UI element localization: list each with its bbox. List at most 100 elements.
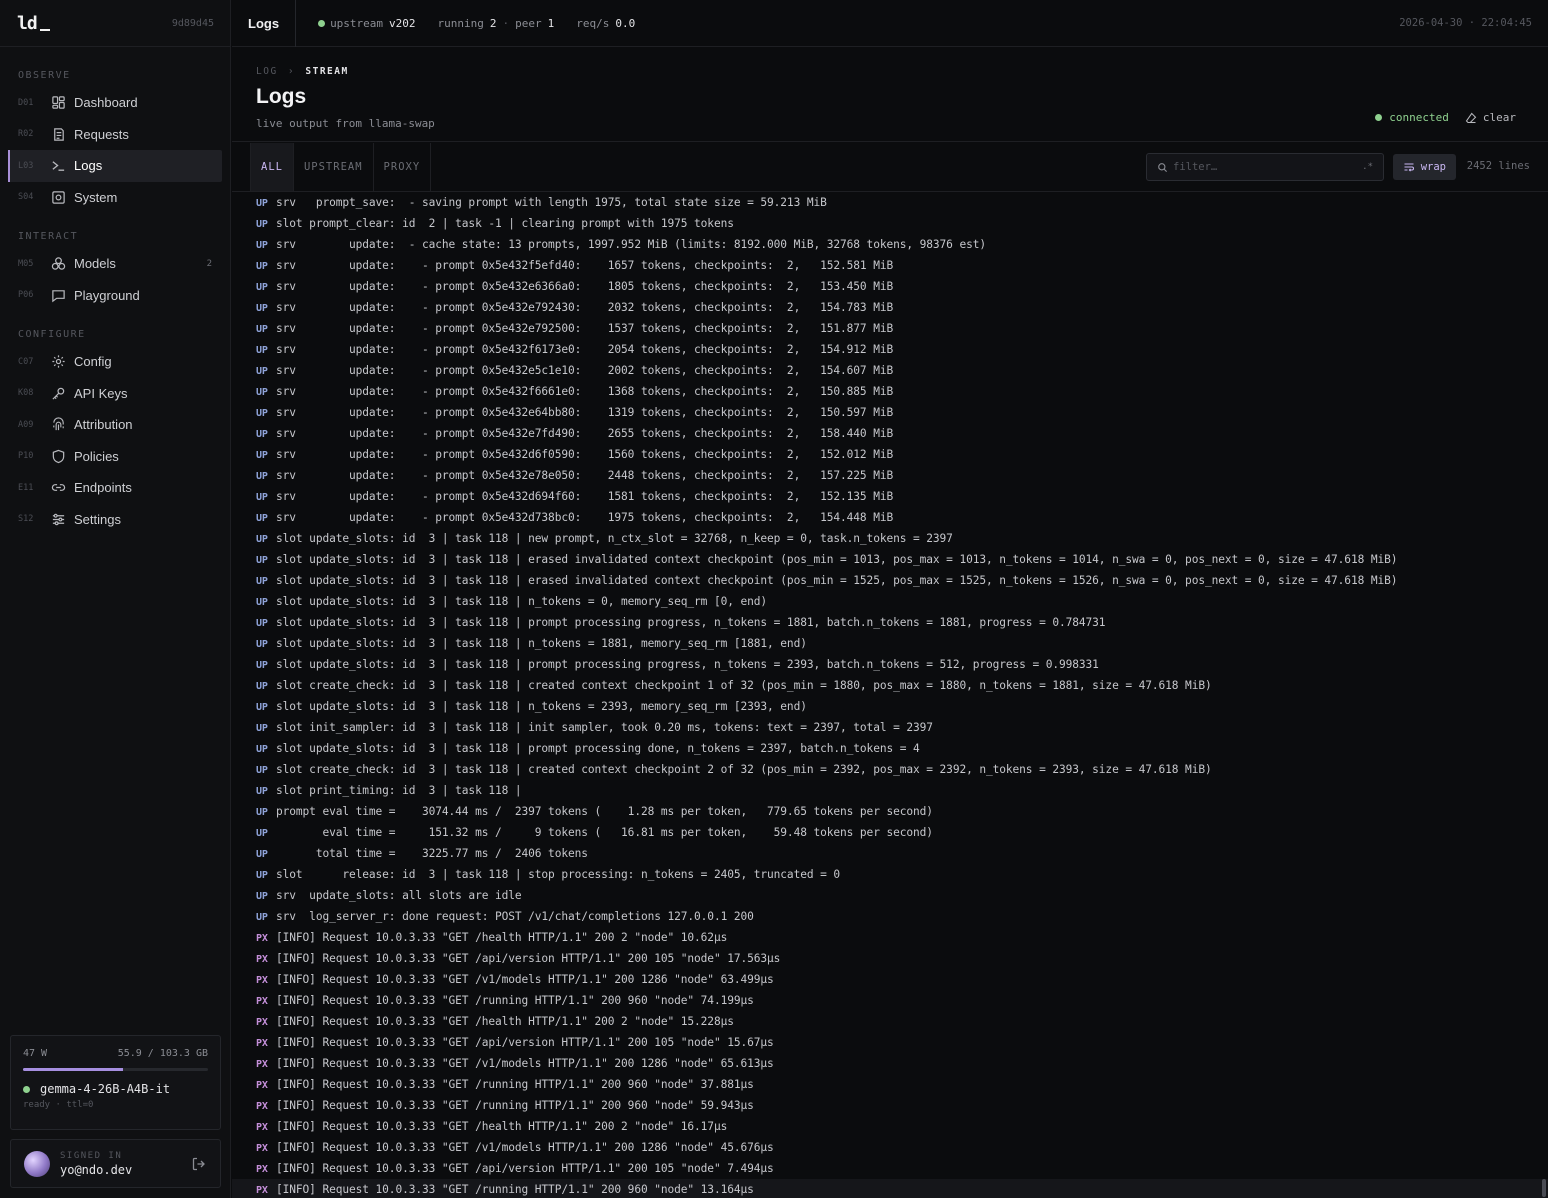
log-message: srv update: - prompt 0x5e432e792500: 153… — [276, 322, 894, 335]
log-line: PX [INFO] Request 10.0.3.33 "GET /v1/mode… — [256, 969, 1548, 990]
log-source-tag: UP — [256, 723, 268, 734]
log-line: UP srv update: - prompt 0x5e432f6661e0: 1… — [256, 381, 1548, 402]
app-logo[interactable]: ld — [17, 13, 50, 34]
log-source-tag: UP — [256, 807, 268, 818]
log-message: srv update: - prompt 0x5e432e5c1e10: 200… — [276, 364, 894, 377]
log-source-tag: UP — [256, 261, 268, 272]
log-message: srv update: - prompt 0x5e432f6173e0: 205… — [276, 343, 894, 356]
log-message: [INFO] Request 10.0.3.33 "GET /api/versi… — [276, 1162, 774, 1175]
model-status-dot — [23, 1085, 30, 1093]
regex-toggle[interactable]: .* — [1362, 162, 1373, 172]
log-source-tag: UP — [256, 660, 268, 671]
sidebar-item-label: Attribution — [74, 417, 133, 433]
tab-upstream[interactable]: UPSTREAM — [294, 143, 374, 191]
log-line: UP slot update_slots: id 3 | task 118 | n… — [256, 591, 1548, 612]
sidebar-item-models[interactable]: M05 Models 2 — [8, 248, 222, 280]
tab-proxy[interactable]: PROXY — [374, 143, 432, 191]
log-line: UP slot create_check: id 3 | task 118 | c… — [256, 759, 1548, 780]
log-source-tag: UP — [256, 366, 268, 377]
sidebar-item-code: A09 — [18, 419, 34, 430]
log-message: slot create_check: id 3 | task 118 | cre… — [276, 679, 1212, 692]
log-message: srv update_slots: all slots are idle — [276, 889, 522, 902]
connection-status: connected — [1375, 111, 1449, 124]
build-hash: 9d89d45 — [171, 17, 214, 29]
sidebar-item-endpoints[interactable]: E11 Endpoints — [8, 472, 222, 504]
log-line: UP srv update: - prompt 0x5e432e792430: 2… — [256, 297, 1548, 318]
log-message: srv update: - prompt 0x5e432e6366a0: 180… — [276, 280, 894, 293]
log-source-tag: PX — [256, 933, 268, 944]
sidebar-item-api-keys[interactable]: K08 API Keys — [8, 378, 222, 410]
sidebar-item-code: C07 — [18, 356, 34, 367]
log-line: UP slot print_timing: id 3 | task 118 | — [256, 780, 1548, 801]
system-icon — [50, 189, 66, 205]
timestamp: 2026-04-30 · 22:04:45 — [1399, 17, 1532, 29]
sidebar-item-requests[interactable]: R02 Requests — [8, 119, 222, 151]
log-message: slot update_slots: id 3 | task 118 | new… — [276, 532, 953, 545]
log-source-tag: UP — [256, 324, 268, 335]
clear-button[interactable]: clear — [1465, 111, 1516, 124]
sidebar-item-label: Policies — [74, 448, 119, 464]
sidebar-item-code: P10 — [18, 451, 34, 462]
log-message: srv update: - prompt 0x5e432d6f0590: 156… — [276, 448, 894, 461]
log-message: slot init_sampler: id 3 | task 118 | ini… — [276, 721, 933, 734]
log-line: PX [INFO] Request 10.0.3.33 "GET /api/ver… — [256, 1032, 1548, 1053]
filter-input[interactable] — [1173, 161, 1363, 173]
sidebar-item-label: System — [74, 189, 118, 205]
log-source-tag: UP — [256, 471, 268, 482]
terminal-icon — [50, 158, 66, 174]
log-source-tag: UP — [256, 639, 268, 650]
log-line: UP slot update_slots: id 3 | task 118 | n… — [256, 696, 1548, 717]
wrap-toggle-button[interactable]: wrap — [1392, 154, 1456, 180]
avatar[interactable] — [24, 1150, 50, 1177]
wrap-icon — [1404, 163, 1414, 172]
log-line: UP srv log_server_r: done request: POST /… — [256, 906, 1548, 927]
signed-in-label: SIGNED IN — [60, 1150, 123, 1161]
sidebar-item-code: R02 — [18, 129, 34, 140]
log-line: UP slot release: id 3 | task 118 | stop p… — [256, 864, 1548, 885]
log-source-tag: UP — [256, 681, 268, 692]
sidebar-item-config[interactable]: C07 Config — [8, 346, 222, 378]
memory-readout: 55.9 / 103.3 GB — [117, 1048, 208, 1059]
sidebar-item-label: API Keys — [74, 385, 128, 401]
log-message: [INFO] Request 10.0.3.33 "GET /health HT… — [276, 931, 728, 944]
sidebar-item-system[interactable]: S04 System — [8, 182, 222, 214]
loaded-model-name: gemma-4-26B-A4B-it — [40, 1082, 171, 1096]
sidebar-item-logs[interactable]: L03 Logs — [8, 150, 222, 182]
sidebar-item-playground[interactable]: P06 Playground — [8, 280, 222, 312]
log-line: UP slot init_sampler: id 3 | task 118 | i… — [256, 717, 1548, 738]
log-line: UP srv update: - prompt 0x5e432e6366a0: 1… — [256, 276, 1548, 297]
page-title: Logs — [256, 85, 307, 108]
sidebar-item-badge: 2 — [206, 258, 212, 269]
log-source-tag: UP — [256, 408, 268, 419]
tab-all[interactable]: ALL — [250, 143, 294, 191]
log-output[interactable]: UP srv prompt_save: - saving prompt with … — [232, 192, 1548, 1198]
breadcrumb-parent[interactable]: LOG — [256, 66, 278, 77]
fingerprint-icon — [50, 417, 66, 433]
user-email: yo@ndo.dev — [60, 1162, 133, 1177]
log-line: PX [INFO] Request 10.0.3.33 "GET /health … — [256, 1116, 1548, 1137]
search-icon — [1158, 162, 1168, 172]
log-source-tag: UP — [256, 618, 268, 629]
sidebar-item-label: Endpoints — [74, 480, 132, 496]
log-line: PX [INFO] Request 10.0.3.33 "GET /api/ver… — [256, 948, 1548, 969]
log-message: [INFO] Request 10.0.3.33 "GET /v1/models… — [276, 1141, 774, 1154]
log-message: srv log_server_r: done request: POST /v1… — [276, 910, 754, 923]
log-message: slot update_slots: id 3 | task 118 | pro… — [276, 742, 920, 755]
log-source-tag: UP — [256, 702, 268, 713]
sidebar-item-attribution[interactable]: A09 Attribution — [8, 409, 222, 441]
sidebar-item-dashboard[interactable]: D01 Dashboard — [8, 87, 222, 119]
log-message: slot update_slots: id 3 | task 118 | era… — [276, 553, 1398, 566]
logout-icon[interactable] — [191, 1156, 207, 1172]
log-message: [INFO] Request 10.0.3.33 "GET /v1/models… — [276, 1057, 774, 1070]
sidebar-item-code: S12 — [18, 514, 34, 525]
log-source-tag: PX — [256, 1143, 268, 1154]
log-line: UP srv update: - prompt 0x5e432d694f60: 1… — [256, 486, 1548, 507]
log-scrollbar[interactable] — [1542, 1179, 1546, 1197]
eraser-icon — [1465, 112, 1477, 123]
log-line: UP slot create_check: id 3 | task 118 | c… — [256, 675, 1548, 696]
log-line: UP srv update: - prompt 0x5e432f5efd40: 1… — [256, 255, 1548, 276]
sidebar-item-settings[interactable]: S12 Settings — [8, 504, 222, 536]
sidebar-item-code: K08 — [18, 388, 34, 399]
sidebar-item-policies[interactable]: P10 Policies — [8, 441, 222, 473]
log-source-tag: UP — [256, 282, 268, 293]
